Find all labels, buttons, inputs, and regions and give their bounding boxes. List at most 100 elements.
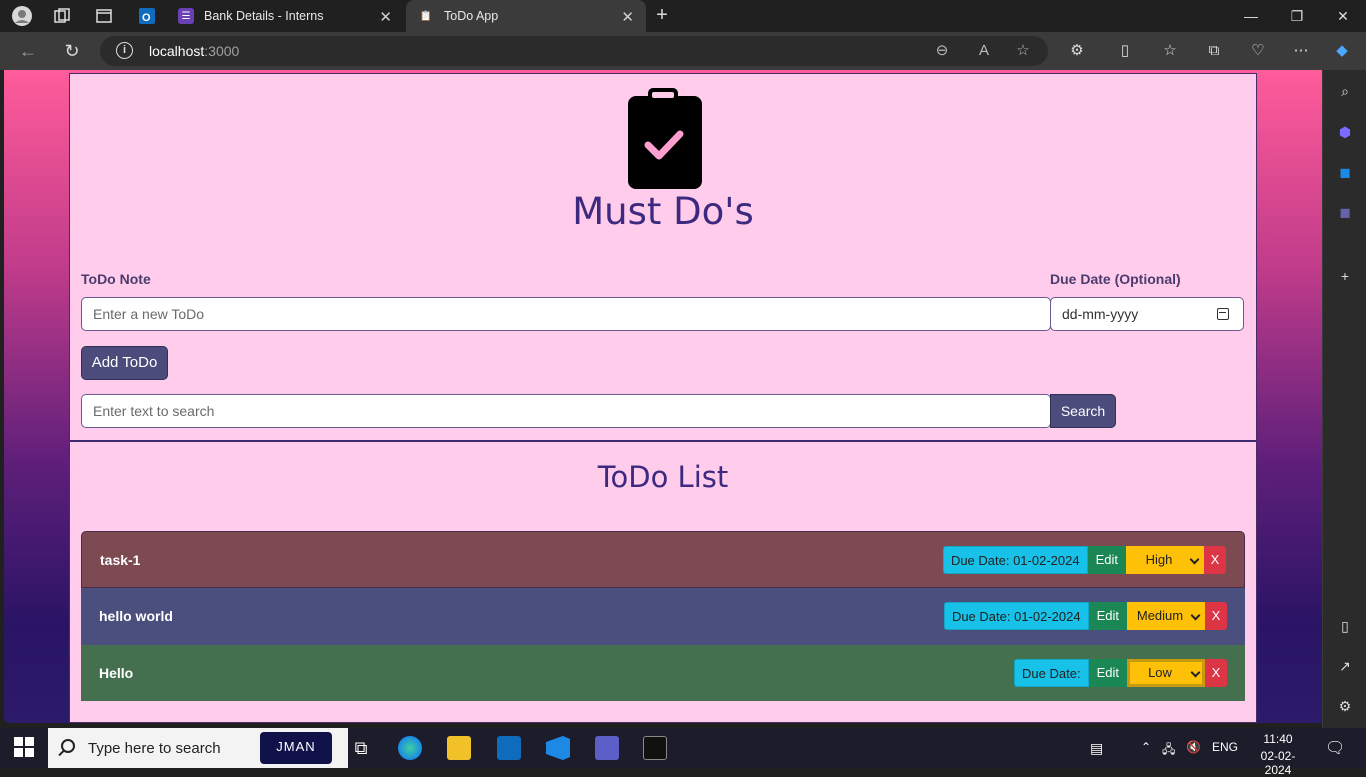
tab-actions-icon[interactable] [93, 5, 115, 27]
todo-item-name: hello world [99, 608, 173, 624]
priority-select[interactable]: Low [1127, 659, 1205, 687]
favorite-star-icon[interactable]: ☆ [1012, 40, 1034, 62]
language-indicator[interactable]: ENG [1212, 740, 1238, 754]
edit-button[interactable]: Edit [1088, 602, 1127, 630]
outlook-pinned-tab-icon[interactable]: O [136, 5, 158, 27]
read-aloud-icon[interactable]: A [973, 40, 995, 62]
external-link-icon[interactable]: ↗ [1334, 655, 1356, 677]
split-screen-icon[interactable]: ▯ [1114, 40, 1136, 62]
todo-form-section: Must Do's ToDo Note Due Date (Optional) … [70, 74, 1256, 442]
copilot-icon[interactable]: ◆ [1331, 40, 1353, 62]
calendar-icon[interactable] [1217, 308, 1229, 320]
todo-item: hello world Due Date: 01-02-2024 Edit Me… [81, 588, 1245, 645]
clock-time: 11:40 [1263, 732, 1293, 746]
refresh-icon[interactable]: ↻ [61, 40, 83, 62]
network-icon[interactable]: 🖧 [1162, 740, 1175, 761]
terminal-icon[interactable] [643, 736, 667, 760]
todo-note-input[interactable]: Enter a new ToDo [81, 297, 1051, 331]
delete-button[interactable]: X [1205, 659, 1227, 687]
tab-todo-app[interactable]: 📋 ToDo App ✕ [406, 0, 646, 32]
edge-taskbar-icon[interactable] [398, 736, 422, 760]
clipboard-check-icon [625, 88, 703, 195]
site-info-icon[interactable]: i [116, 42, 133, 59]
edit-button[interactable]: Edit [1087, 546, 1126, 574]
due-date-input[interactable]: dd-mm-yyyy [1050, 297, 1244, 331]
browser-tab-bar: O ☰ Bank Details - Interns ✕ 📋 ToDo App … [0, 0, 1366, 32]
todo-item-name: task-1 [100, 552, 141, 568]
due-date-badge: Due Date: 01-02-2024 [943, 602, 1089, 630]
delete-button[interactable]: X [1204, 546, 1226, 574]
todo-actions: Due Date: Edit Low X [1014, 659, 1227, 687]
tab-label: ToDo App [444, 9, 499, 23]
restore-button[interactable]: ❐ [1274, 0, 1320, 32]
taskbar-search-box[interactable]: Type here to search JMAN [48, 728, 348, 768]
teams-icon[interactable]: ◼ [1334, 201, 1356, 223]
new-tab-button[interactable]: + [651, 5, 673, 27]
tab-bank-details[interactable]: ☰ Bank Details - Interns ✕ [166, 0, 404, 32]
todo-list-title: ToDo List [597, 460, 729, 494]
search-input[interactable]: Enter text to search [81, 394, 1051, 428]
url-text: localhost:3000 [149, 43, 240, 59]
windows-taskbar: Type here to search JMAN ⧉ ▤ ⌃ 🖧 🔇 ENG 1… [0, 728, 1366, 777]
show-hidden-icons[interactable]: ⌃ [1141, 740, 1151, 754]
todo-actions: Due Date: 01-02-2024 Edit High X [942, 546, 1226, 574]
search-icon[interactable]: ⌕ [1334, 80, 1356, 102]
minimize-button[interactable]: — [1228, 0, 1274, 32]
svg-text:O: O [142, 12, 151, 24]
settings-icon[interactable]: ⚙ [1334, 695, 1356, 717]
page-title: Must Do's [572, 190, 754, 233]
news-widget-icon[interactable]: ▤ [1090, 740, 1103, 757]
clock[interactable]: 11:40 02-02-2024 [1250, 732, 1306, 777]
notifications-icon[interactable]: 🗨 [1325, 738, 1345, 758]
url-input[interactable]: i localhost:3000 ⊖ A ☆ [100, 36, 1048, 66]
add-todo-button[interactable]: Add ToDo [81, 346, 168, 380]
windows-start-icon[interactable] [13, 736, 37, 760]
edit-button[interactable]: Edit [1088, 659, 1127, 687]
workspaces-icon[interactable] [51, 5, 73, 27]
close-window-button[interactable]: ✕ [1320, 0, 1366, 32]
file-explorer-icon[interactable] [447, 736, 471, 760]
priority-select[interactable]: High [1126, 546, 1204, 574]
forms-icon: ☰ [178, 8, 194, 24]
todo-item: task-1 Due Date: 01-02-2024 Edit High X [81, 531, 1245, 588]
priority-select[interactable]: Medium [1127, 602, 1205, 630]
close-tab-icon[interactable]: ✕ [621, 8, 634, 26]
teams-taskbar-icon[interactable] [595, 736, 619, 760]
profile-icon[interactable] [11, 5, 33, 27]
todo-item-name: Hello [99, 665, 134, 681]
due-date-label: Due Date (Optional) [1050, 271, 1181, 287]
clock-date: 02-02-2024 [1260, 749, 1296, 777]
copilot-sidebar-icon[interactable]: ⬢ [1334, 121, 1356, 143]
hide-sidebar-icon[interactable]: ▯ [1334, 615, 1356, 637]
back-icon[interactable]: ← [17, 40, 39, 62]
address-bar-row: ← ↻ i localhost:3000 ⊖ A ☆ ⚙ ▯ ☆ ⧉ ♡ ⋯ ◆ [0, 32, 1366, 70]
due-date-badge: Due Date: [1014, 659, 1089, 687]
task-view-icon[interactable]: ⧉ [349, 736, 373, 760]
performance-icon[interactable]: ♡ [1247, 40, 1269, 62]
due-date-badge: Due Date: 01-02-2024 [942, 546, 1088, 574]
search-icon [61, 739, 75, 753]
vscode-icon[interactable] [546, 736, 570, 760]
todo-item: Hello Due Date: Edit Low X [81, 645, 1245, 701]
tab-label: Bank Details - Interns [204, 9, 324, 23]
outlook-taskbar-icon[interactable] [497, 736, 521, 760]
page-viewport: Must Do's ToDo Note Due Date (Optional) … [4, 70, 1322, 723]
collections-icon[interactable]: ⧉ [1203, 40, 1225, 62]
jman-logo: JMAN [260, 732, 332, 764]
volume-muted-icon[interactable]: 🔇 [1186, 740, 1201, 754]
favorites-icon[interactable]: ☆ [1159, 40, 1181, 62]
add-sidebar-icon[interactable]: + [1334, 265, 1356, 287]
delete-button[interactable]: X [1205, 602, 1227, 630]
more-menu-icon[interactable]: ⋯ [1290, 40, 1312, 62]
zoom-icon[interactable]: ⊖ [931, 40, 953, 62]
close-tab-icon[interactable]: ✕ [379, 8, 392, 26]
todo-actions: Due Date: 01-02-2024 Edit Medium X [943, 602, 1227, 630]
search-button[interactable]: Search [1050, 394, 1116, 428]
edge-sidebar: ⌕ ⬢ ◼ ◼ + ▯ ↗ ⚙ [1322, 70, 1366, 728]
clipboard-icon: 📋 [419, 10, 433, 22]
todo-note-label: ToDo Note [81, 271, 151, 287]
extensions-icon[interactable]: ⚙ [1066, 40, 1088, 62]
outlook-icon[interactable]: ◼ [1334, 161, 1356, 183]
taskbar-search-text: Type here to search [88, 740, 221, 757]
todo-card: Must Do's ToDo Note Due Date (Optional) … [69, 73, 1257, 723]
